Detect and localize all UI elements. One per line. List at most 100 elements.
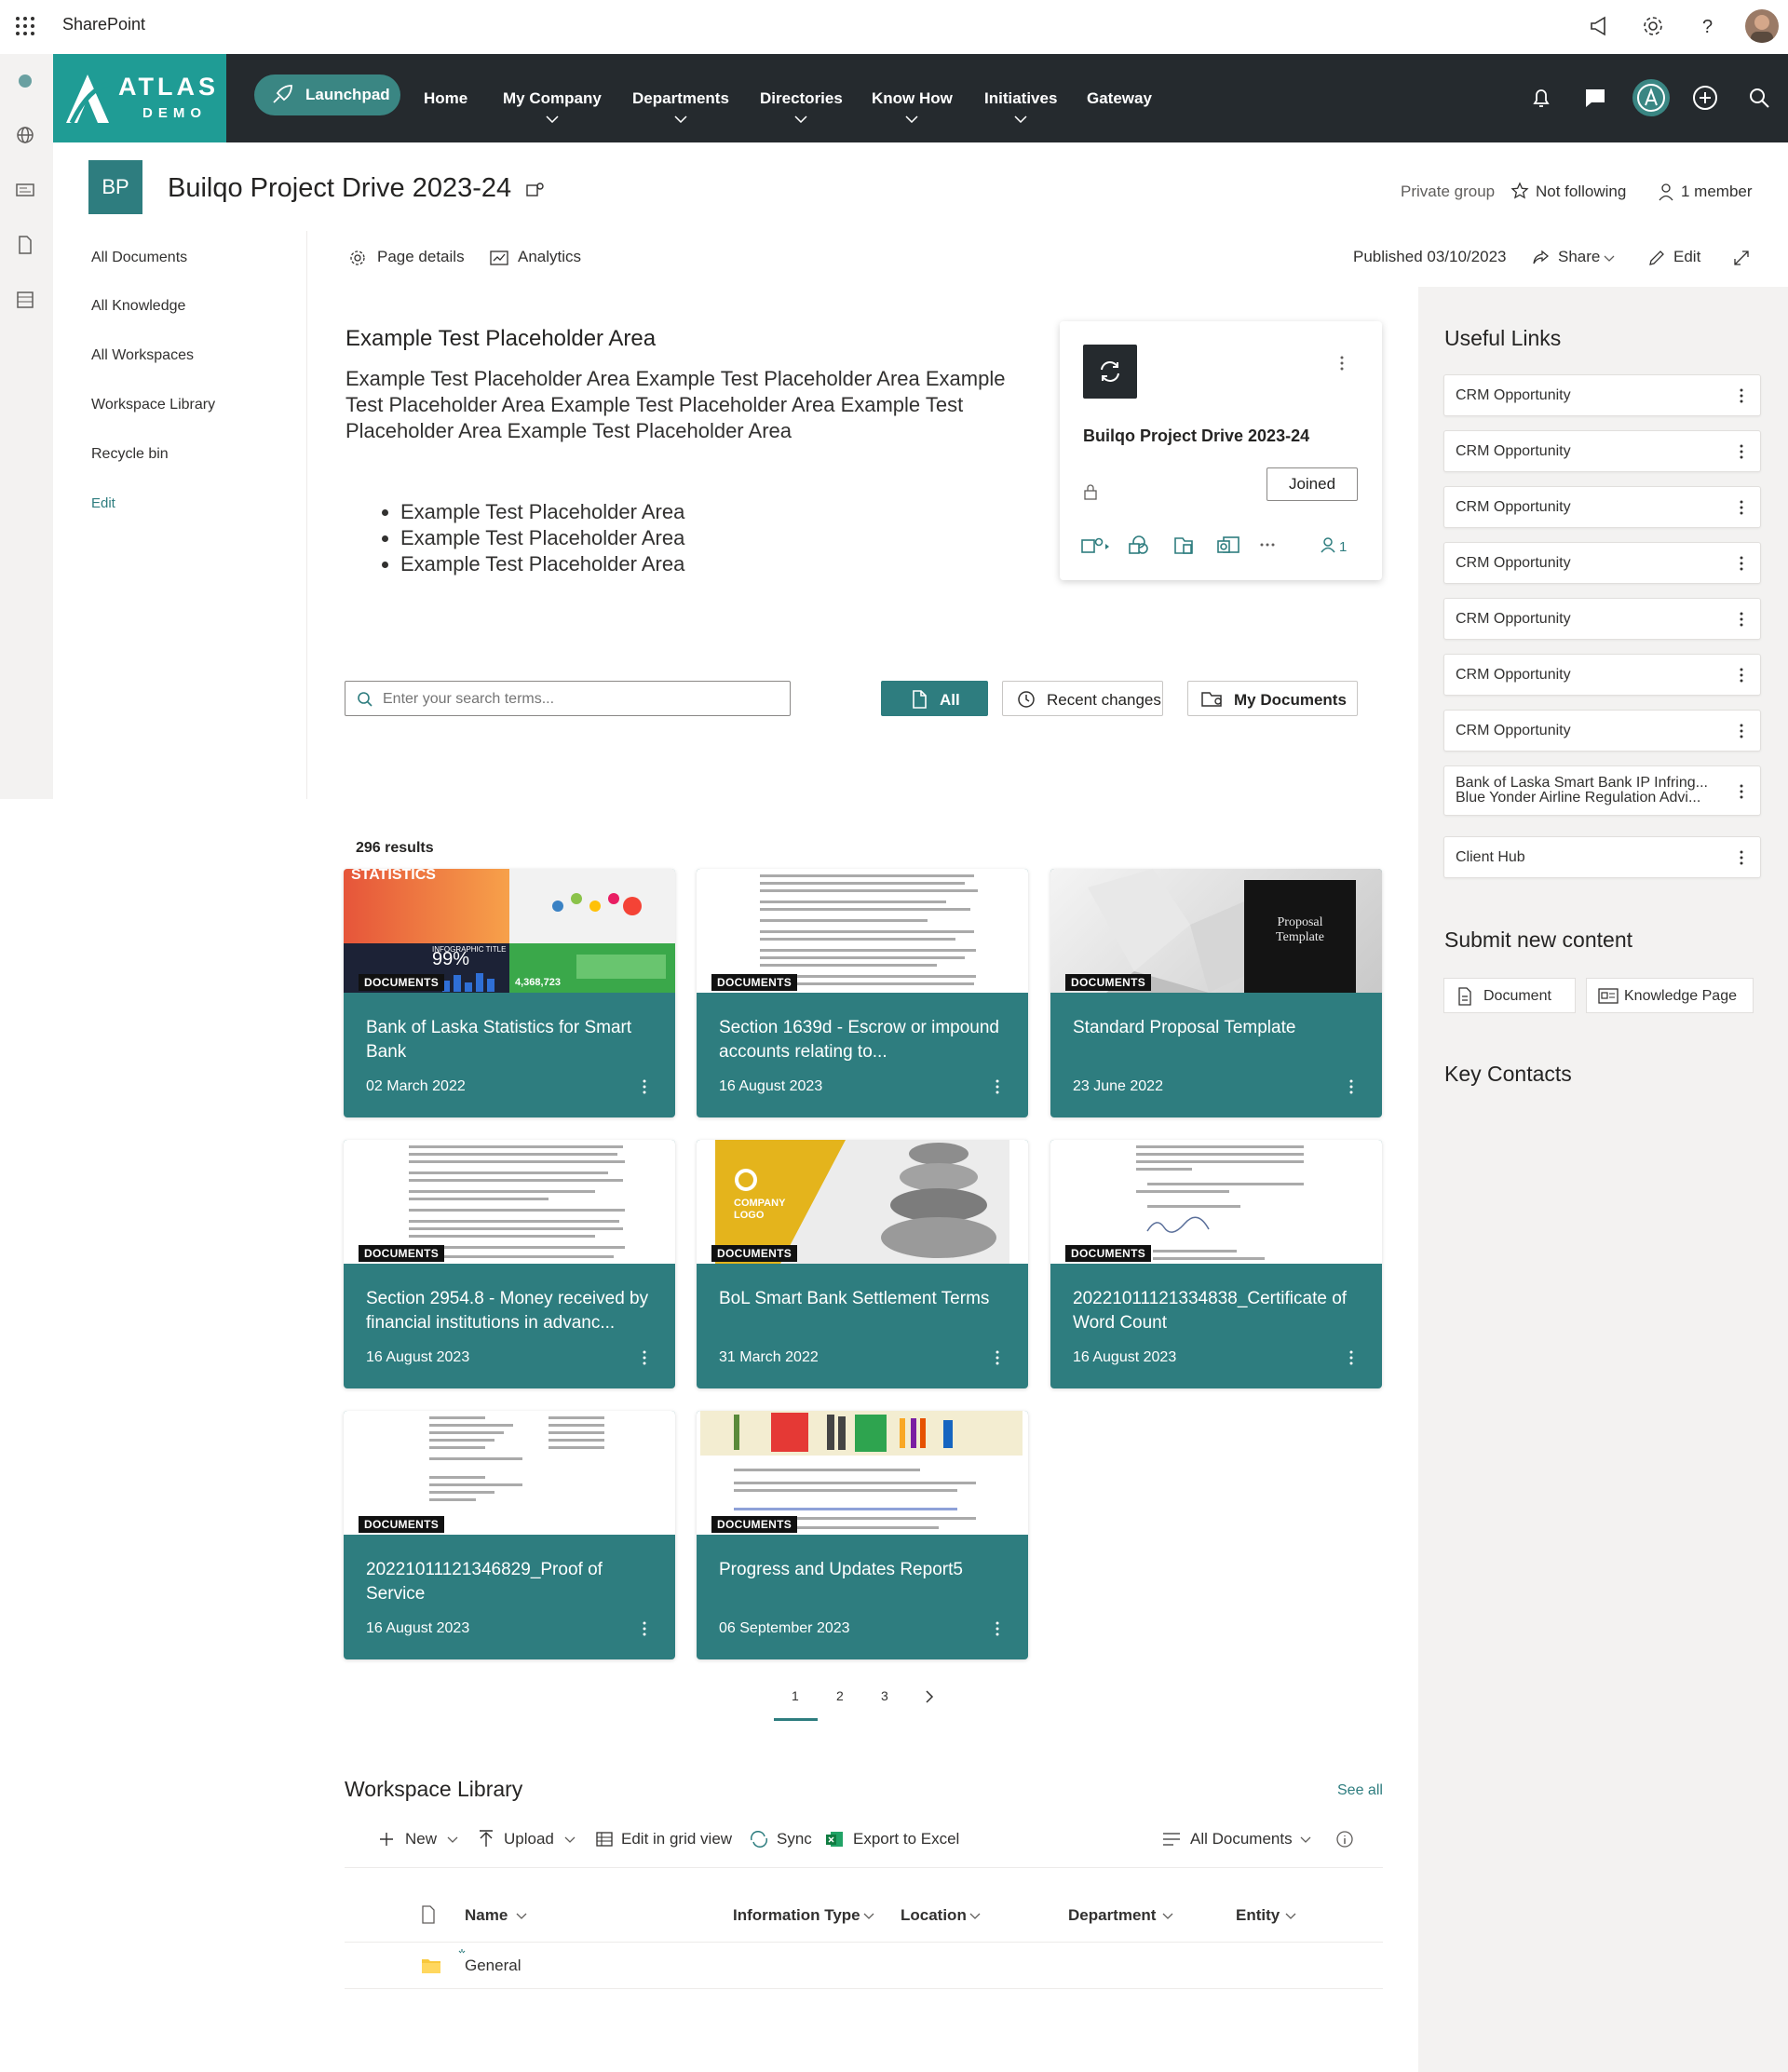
useful-link[interactable]: CRM Opportunity xyxy=(1443,654,1761,696)
teams-icon[interactable] xyxy=(526,182,545,198)
nav-departments[interactable]: Departments xyxy=(632,89,729,123)
useful-link[interactable]: CRM Opportunity xyxy=(1443,710,1761,752)
more-vertical-icon[interactable] xyxy=(1348,1078,1354,1095)
table-row[interactable]: General xyxy=(345,1943,1383,1989)
more-vertical-icon[interactable] xyxy=(995,1620,1000,1637)
list-icon[interactable] xyxy=(15,290,35,310)
star-icon[interactable] xyxy=(1510,182,1529,200)
more-vertical-icon[interactable] xyxy=(1739,611,1744,628)
teams-icon[interactable] xyxy=(1080,535,1110,556)
member-count[interactable]: 1 xyxy=(1339,539,1347,555)
more-vertical-icon[interactable] xyxy=(1739,723,1744,739)
members-button[interactable]: 1 member xyxy=(1681,183,1753,201)
nav-home[interactable]: Home xyxy=(424,89,467,108)
file-type-icon[interactable] xyxy=(421,1905,436,1924)
more-vertical-icon[interactable] xyxy=(1739,387,1744,404)
folder-name[interactable]: General xyxy=(465,1957,521,1975)
news-icon[interactable] xyxy=(15,180,35,200)
document-title[interactable]: BoL Smart Bank Settlement Terms xyxy=(719,1287,1008,1335)
useful-link[interactable]: CRM Opportunity xyxy=(1443,374,1761,416)
filter-my-documents-button[interactable]: My Documents xyxy=(1187,681,1358,716)
nav-initiatives[interactable]: Initiatives xyxy=(984,89,1057,123)
column-entity[interactable]: Entity xyxy=(1236,1906,1280,1925)
column-department[interactable]: Department xyxy=(1068,1906,1156,1925)
notifications-bell-icon[interactable] xyxy=(1528,85,1554,111)
more-vertical-icon[interactable] xyxy=(1348,1349,1354,1366)
document-title[interactable]: Section 2954.8 - Money received by finan… xyxy=(366,1287,655,1335)
page-details-button[interactable]: Page details xyxy=(377,248,465,266)
nav-all-knowledge[interactable]: All Knowledge xyxy=(91,298,185,315)
useful-link[interactable]: CRM Opportunity xyxy=(1443,430,1761,472)
more-vertical-icon[interactable] xyxy=(1739,783,1744,800)
members-icon[interactable] xyxy=(1319,535,1337,554)
follow-button[interactable]: Not following xyxy=(1536,183,1626,201)
nav-workspace-library[interactable]: Workspace Library xyxy=(91,397,215,413)
more-vertical-icon[interactable] xyxy=(642,1078,647,1095)
chevron-right-icon[interactable] xyxy=(925,1690,934,1703)
document-title[interactable]: Standard Proposal Template xyxy=(1073,1016,1361,1064)
column-information-type[interactable]: Information Type xyxy=(733,1906,860,1925)
launchpad-button[interactable]: Launchpad xyxy=(254,74,400,115)
document-search-box[interactable] xyxy=(345,681,791,716)
document-card[interactable]: DOCUMENTS Section 1639d - Escrow or impo… xyxy=(697,869,1028,1117)
new-button[interactable]: New xyxy=(405,1830,437,1849)
more-vertical-icon[interactable] xyxy=(1739,667,1744,684)
nav-know-how[interactable]: Know How xyxy=(872,89,953,123)
document-title[interactable]: Bank of Laska Statistics for Smart Bank xyxy=(366,1016,655,1064)
more-vertical-icon[interactable] xyxy=(642,1620,647,1637)
sharepoint-home-icon[interactable] xyxy=(15,71,35,91)
site-title[interactable]: Builqo Project Drive 2023-24 xyxy=(168,173,511,204)
more-vertical-icon[interactable] xyxy=(1739,849,1744,866)
search-icon[interactable] xyxy=(1748,87,1770,109)
upload-button[interactable]: Upload xyxy=(504,1830,554,1849)
user-avatar[interactable] xyxy=(1745,9,1779,43)
app-launcher-icon[interactable] xyxy=(15,16,35,36)
help-icon[interactable]: ? xyxy=(1695,14,1719,38)
edit-grid-view-button[interactable]: Edit in grid view xyxy=(621,1830,732,1849)
more-vertical-icon[interactable] xyxy=(1739,555,1744,572)
submit-document-button[interactable]: Document xyxy=(1443,978,1576,1013)
column-name[interactable]: Name xyxy=(465,1906,508,1925)
filter-recent-changes-button[interactable]: Recent changes xyxy=(1002,681,1163,716)
document-title[interactable]: Section 1639d - Escrow or impound accoun… xyxy=(719,1016,1008,1064)
more-vertical-icon[interactable] xyxy=(995,1078,1000,1095)
page-1-button[interactable]: 1 xyxy=(792,1688,799,1703)
page-2-button[interactable]: 2 xyxy=(836,1688,844,1703)
document-title[interactable]: Progress and Updates Report5 xyxy=(719,1558,1008,1606)
nav-directories[interactable]: Directories xyxy=(760,89,843,123)
column-location[interactable]: Location xyxy=(901,1906,967,1925)
joined-button[interactable]: Joined xyxy=(1266,467,1358,501)
document-card[interactable]: DOCUMENTS 20221011121346829_Proof of Ser… xyxy=(344,1411,675,1659)
useful-link[interactable]: CRM Opportunity xyxy=(1443,542,1761,584)
globe-icon[interactable] xyxy=(15,125,35,145)
sync-button[interactable]: Sync xyxy=(777,1830,812,1849)
useful-link[interactable]: CRM Opportunity xyxy=(1443,598,1761,640)
sharepoint-icon[interactable] xyxy=(1127,535,1151,557)
share-button[interactable]: Share xyxy=(1558,248,1600,266)
nav-all-workspaces[interactable]: All Workspaces xyxy=(91,347,194,364)
search-input[interactable] xyxy=(383,689,774,710)
see-all-link[interactable]: See all xyxy=(1337,1782,1383,1799)
files-icon[interactable] xyxy=(1172,535,1196,557)
atlas-logo[interactable]: ATLAS DEMO xyxy=(53,54,226,142)
document-card[interactable]: COMPANY LOGO DOCUMENTS BoL Smart Bank Se… xyxy=(697,1140,1028,1388)
useful-link[interactable]: Client Hub xyxy=(1443,836,1761,878)
document-card[interactable]: DOCUMENTS 20221011121334838_Certificate … xyxy=(1050,1140,1382,1388)
megaphone-icon[interactable] xyxy=(1588,14,1612,38)
filter-all-button[interactable]: All xyxy=(881,681,988,716)
nav-recycle-bin[interactable]: Recycle bin xyxy=(91,446,169,463)
nav-edit-link[interactable]: Edit xyxy=(91,495,115,511)
useful-link[interactable]: Bank of Laska Smart Bank IP Infring... B… xyxy=(1443,765,1761,816)
submit-knowledge-button[interactable]: Knowledge Page xyxy=(1586,978,1754,1013)
page-3-button[interactable]: 3 xyxy=(881,1688,888,1703)
nav-all-documents[interactable]: All Documents xyxy=(91,250,187,266)
outlook-icon[interactable] xyxy=(1216,535,1240,557)
more-vertical-icon[interactable] xyxy=(1739,443,1744,460)
nav-gateway[interactable]: Gateway xyxy=(1087,89,1152,108)
edit-page-button[interactable]: Edit xyxy=(1673,248,1700,266)
document-title[interactable]: 20221011121334838_Certificate of Word Co… xyxy=(1073,1287,1361,1335)
view-selector[interactable]: All Documents xyxy=(1190,1830,1293,1849)
settings-gear-icon[interactable] xyxy=(1641,14,1665,38)
analytics-button[interactable]: Analytics xyxy=(518,248,581,266)
site-logo[interactable]: BP xyxy=(88,160,142,214)
